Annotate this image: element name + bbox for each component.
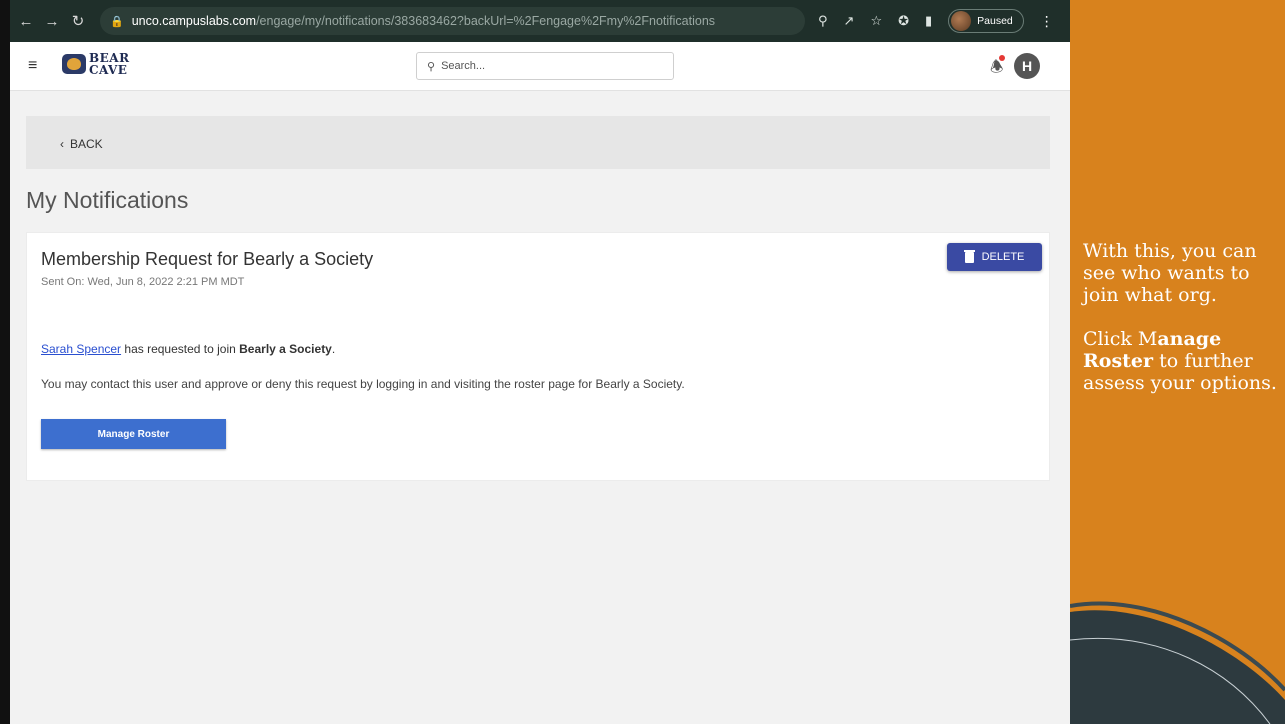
address-bar[interactable]: 🔒 unco.campuslabs.com/engage/my/notifica… [100, 7, 805, 35]
star-icon[interactable]: ☆ [870, 13, 882, 29]
bear-cave-logo[interactable]: BEAR CAVE [62, 52, 130, 76]
logo-line-2: CAVE [89, 63, 128, 77]
bear-logo-icon [62, 54, 86, 74]
request-instructions: You may contact this user and approve or… [41, 377, 685, 391]
browser-toolbar: ← → ↻ 🔒 unco.campuslabs.com/engage/my/no… [10, 0, 1070, 42]
delete-button[interactable]: DELETE [947, 243, 1042, 271]
profile-button[interactable]: Paused [948, 9, 1024, 33]
chevron-left-icon: ‹ [60, 137, 64, 151]
instruction-panel: With this, you can see who wants to join… [1070, 0, 1285, 724]
share-icon[interactable]: ↗ [844, 13, 855, 29]
org-name: Bearly a Society [239, 342, 332, 356]
url-path: /engage/my/notifications/383683462?backU… [256, 14, 716, 28]
user-profile-link[interactable]: Sarah Spencer [41, 342, 121, 356]
delete-label: DELETE [981, 251, 1025, 263]
notification-dot [999, 55, 1005, 61]
search-input[interactable] [441, 60, 662, 72]
trash-icon [963, 249, 975, 263]
request-message: Sarah Spencer has requested to join Bear… [41, 342, 335, 356]
url-host: unco.campuslabs.com [131, 14, 257, 28]
extensions-icon[interactable]: ✪ [898, 13, 909, 29]
back-bar: ‹ BACK [26, 116, 1050, 169]
search-icon: ⚲ [427, 60, 436, 73]
notification-card: Membership Request for Bearly a Society … [26, 232, 1050, 481]
browser-screenshot: ← → ↻ 🔒 unco.campuslabs.com/engage/my/no… [10, 0, 1070, 724]
notification-title: Membership Request for Bearly a Society [41, 249, 374, 269]
user-avatar[interactable]: H [1014, 53, 1040, 79]
notification-sent-date: Sent On: Wed, Jun 8, 2022 2:21 PM MDT [41, 276, 245, 288]
back-arrow-icon[interactable]: ← [16, 11, 36, 31]
lock-icon: 🔒 [110, 15, 124, 28]
menu-toggle-icon[interactable]: ≡ [28, 57, 37, 75]
reload-icon[interactable]: ↻ [68, 11, 88, 31]
back-label: BACK [70, 137, 103, 151]
request-end: . [331, 342, 336, 356]
app-header: ≡ BEAR CAVE ⚲ 🕭 H [10, 42, 1070, 91]
page-title: My Notifications [26, 187, 189, 213]
forward-arrow-icon[interactable]: → [42, 11, 62, 31]
zoom-icon[interactable]: ⚲ [818, 13, 828, 29]
decorative-swoosh [1070, 601, 1285, 724]
request-text: has requested to join [121, 342, 240, 356]
profile-status: Paused [977, 15, 1013, 27]
kebab-menu-icon[interactable]: ⋮ [1040, 13, 1054, 30]
sidepanel-icon[interactable]: ▮ [925, 13, 932, 29]
left-edge-strip [0, 0, 10, 724]
search-box[interactable]: ⚲ [416, 52, 674, 80]
back-link[interactable]: ‹ BACK [60, 137, 103, 151]
profile-avatar [951, 11, 972, 31]
browser-action-icons: ⚲ ↗ ☆ ✪ ▮ Paused ⋮ [818, 8, 1054, 34]
manage-roster-button[interactable]: Manage Roster [41, 419, 226, 449]
